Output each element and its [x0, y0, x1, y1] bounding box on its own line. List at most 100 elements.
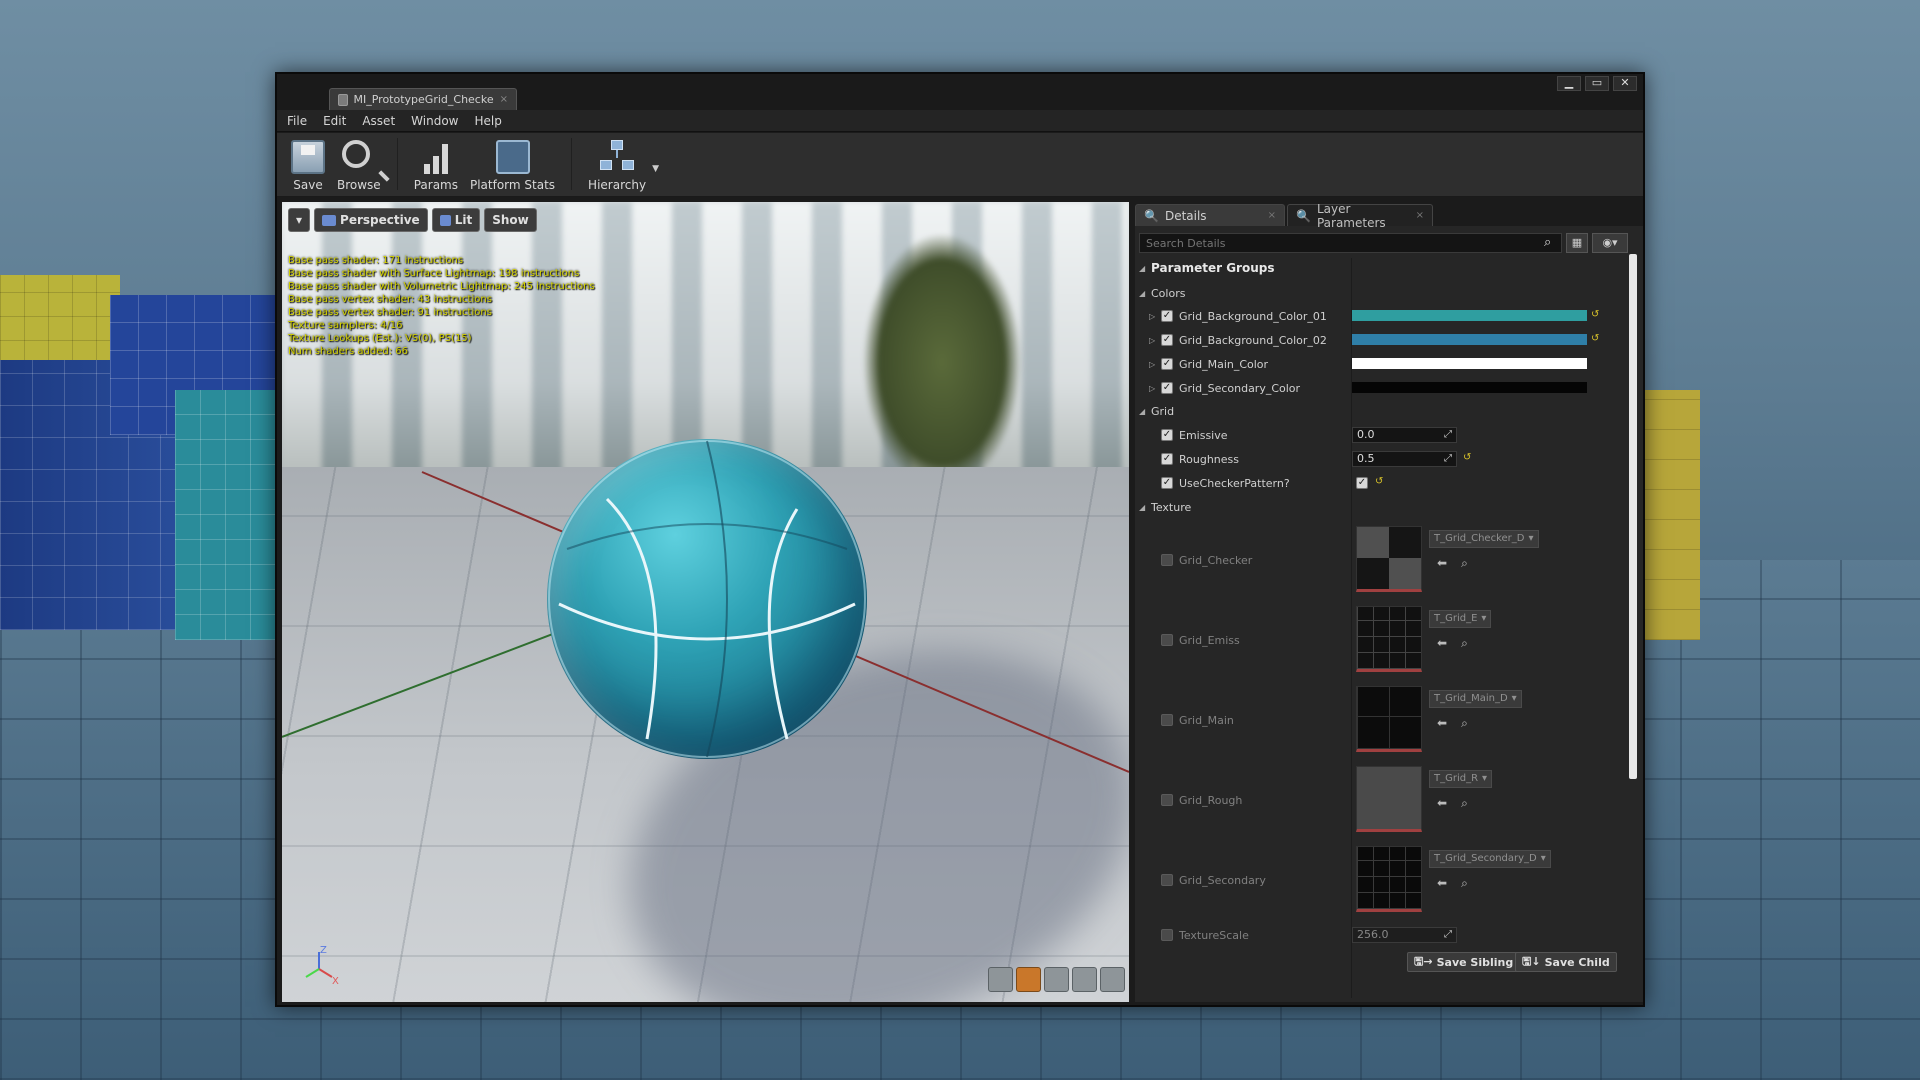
param-enable-checkbox[interactable]: ✓	[1161, 358, 1173, 370]
preview-viewport[interactable]: ▾ Perspective Lit Show Base pass shader:…	[282, 202, 1129, 1002]
parameter-groups-header[interactable]: ◢ Parameter Groups	[1139, 258, 1627, 278]
close-tab-icon[interactable]: ×	[1416, 210, 1424, 221]
menu-file[interactable]: File	[287, 114, 307, 128]
texture-thumbnail[interactable]	[1356, 526, 1422, 592]
roughness-value-field[interactable]: 0.5 ⤢	[1352, 451, 1457, 467]
expand-icon[interactable]: ▷	[1149, 336, 1161, 345]
collapse-icon: ◢	[1139, 288, 1146, 298]
search-details-input[interactable]	[1139, 233, 1562, 253]
expand-icon[interactable]: ▷	[1149, 312, 1161, 321]
save-button[interactable]: Save	[285, 136, 331, 196]
use-selected-arrow-icon[interactable]: ⬅	[1437, 716, 1447, 731]
expand-icon[interactable]: ▷	[1149, 384, 1161, 393]
platform-stats-button[interactable]: Platform Stats	[464, 136, 561, 196]
use-selected-arrow-icon[interactable]: ⬅	[1437, 796, 1447, 811]
menu-edit[interactable]: Edit	[323, 114, 346, 128]
texture-thumbnail[interactable]	[1356, 606, 1422, 672]
texture-asset-name: T_Grid_E	[1434, 613, 1478, 624]
grid-header[interactable]: ◢ Grid	[1139, 402, 1627, 420]
reset-to-default-icon[interactable]: ↺	[1463, 452, 1471, 463]
texture-scale-value-field[interactable]: 256.0 ⤢	[1352, 927, 1457, 943]
use-selected-arrow-icon[interactable]: ⬅	[1437, 556, 1447, 571]
texture-asset-picker[interactable]: T_Grid_E ▾	[1429, 610, 1492, 628]
param-enable-checkbox[interactable]	[1161, 714, 1173, 726]
use-selected-arrow-icon[interactable]: ⬅	[1437, 636, 1447, 651]
gizmo-z-label: Z	[320, 945, 327, 956]
color-swatch[interactable]	[1352, 358, 1587, 369]
param-enable-checkbox[interactable]	[1161, 929, 1173, 941]
cube-mesh-button[interactable]	[1072, 967, 1097, 992]
param-enable-checkbox[interactable]: ✓	[1161, 334, 1173, 346]
lit-button[interactable]: Lit	[431, 208, 481, 232]
browse-asset-icon[interactable]: ⌕	[1461, 796, 1468, 811]
texture-scale-row: TextureScale 256.0 ⤢	[1139, 926, 1627, 944]
viewport-options-button[interactable]: ▾	[288, 208, 311, 232]
param-name: Grid_Rough	[1179, 793, 1243, 807]
param-enable-checkbox[interactable]	[1161, 794, 1173, 806]
menu-help[interactable]: Help	[474, 114, 501, 128]
color-swatch[interactable]	[1352, 334, 1587, 345]
texture-thumbnail[interactable]	[1356, 686, 1422, 752]
sphere-mesh-button[interactable]	[1016, 967, 1041, 992]
texture-header[interactable]: ◢ Texture	[1139, 498, 1627, 516]
param-enable-checkbox[interactable]	[1161, 554, 1173, 566]
show-button[interactable]: Show	[484, 208, 537, 232]
save-child-button[interactable]: 🖫↓ Save Child	[1515, 952, 1617, 972]
texture-asset-picker[interactable]: T_Grid_R ▾	[1429, 770, 1493, 788]
texture-asset-picker[interactable]: T_Grid_Checker_D ▾	[1429, 530, 1539, 548]
color-swatch[interactable]	[1352, 382, 1587, 393]
param-enable-checkbox[interactable]	[1161, 874, 1173, 886]
param-enable-checkbox[interactable]: ✓	[1161, 477, 1173, 489]
close-tab-icon[interactable]: ×	[500, 94, 508, 105]
emissive-value-field[interactable]: 0.0 ⤢	[1352, 427, 1457, 443]
texture-thumbnail[interactable]	[1356, 766, 1422, 832]
custom-mesh-button[interactable]	[1100, 967, 1125, 992]
slider-arrow-icon: ⤢	[1444, 929, 1452, 940]
param-enable-checkbox[interactable]: ✓	[1161, 382, 1173, 394]
param-enable-checkbox[interactable]: ✓	[1161, 429, 1173, 441]
hierarchy-dropdown-icon[interactable]: ▼	[652, 164, 659, 174]
maximize-button[interactable]: ▭	[1585, 76, 1609, 91]
plane-mesh-button[interactable]	[1044, 967, 1069, 992]
params-button[interactable]: Params	[408, 136, 464, 196]
reset-to-default-icon[interactable]: ↺	[1591, 309, 1599, 320]
property-matrix-icon[interactable]: ▦	[1566, 233, 1588, 253]
close-tab-icon[interactable]: ×	[1268, 210, 1276, 221]
background-block-yellow	[0, 275, 120, 365]
details-scrollbar[interactable]	[1629, 254, 1637, 779]
menu-asset[interactable]: Asset	[362, 114, 395, 128]
use-selected-arrow-icon[interactable]: ⬅	[1437, 876, 1447, 891]
perspective-button[interactable]: Perspective	[314, 208, 428, 232]
menu-window[interactable]: Window	[411, 114, 458, 128]
document-tab[interactable]: MI_PrototypeGrid_Checke ×	[329, 88, 517, 110]
browse-asset-icon[interactable]: ⌕	[1461, 636, 1468, 651]
reset-to-default-icon[interactable]: ↺	[1375, 476, 1383, 487]
reset-to-default-icon[interactable]: ↺	[1591, 333, 1599, 344]
expand-icon[interactable]: ▷	[1149, 360, 1161, 369]
minimize-button[interactable]: ▁	[1557, 76, 1581, 91]
search-icon[interactable]: ⌕	[1544, 235, 1551, 250]
cylinder-mesh-button[interactable]	[988, 967, 1013, 992]
tab-details[interactable]: 🔍 Details ×	[1135, 204, 1285, 226]
stat-line: Texture Lookups (Est.): VS(0), PS(15)	[288, 333, 472, 344]
browse-asset-icon[interactable]: ⌕	[1461, 876, 1468, 891]
close-window-button[interactable]: ✕	[1613, 76, 1637, 91]
browse-button[interactable]: Browse	[331, 136, 387, 196]
checker-value-checkbox[interactable]: ✓	[1356, 477, 1368, 489]
browse-asset-icon[interactable]: ⌕	[1461, 716, 1468, 731]
roughness-value: 0.5	[1357, 452, 1375, 465]
save-sibling-button[interactable]: 🖫→ Save Sibling	[1407, 952, 1521, 972]
texture-thumbnail[interactable]	[1356, 846, 1422, 912]
param-name: TextureScale	[1179, 928, 1249, 942]
browse-asset-icon[interactable]: ⌕	[1461, 556, 1468, 571]
param-enable-checkbox[interactable]: ✓	[1161, 310, 1173, 322]
texture-asset-picker[interactable]: T_Grid_Main_D ▾	[1429, 690, 1522, 708]
hierarchy-button[interactable]: Hierarchy	[582, 136, 652, 196]
param-enable-checkbox[interactable]: ✓	[1161, 453, 1173, 465]
view-options-eye-icon[interactable]: ◉▾	[1592, 233, 1628, 253]
param-enable-checkbox[interactable]	[1161, 634, 1173, 646]
texture-asset-picker[interactable]: T_Grid_Secondary_D ▾	[1429, 850, 1551, 868]
tab-layer-parameters[interactable]: 🔍 Layer Parameters ×	[1287, 202, 1433, 230]
color-swatch[interactable]	[1352, 310, 1587, 321]
colors-header[interactable]: ◢ Colors	[1139, 284, 1627, 302]
